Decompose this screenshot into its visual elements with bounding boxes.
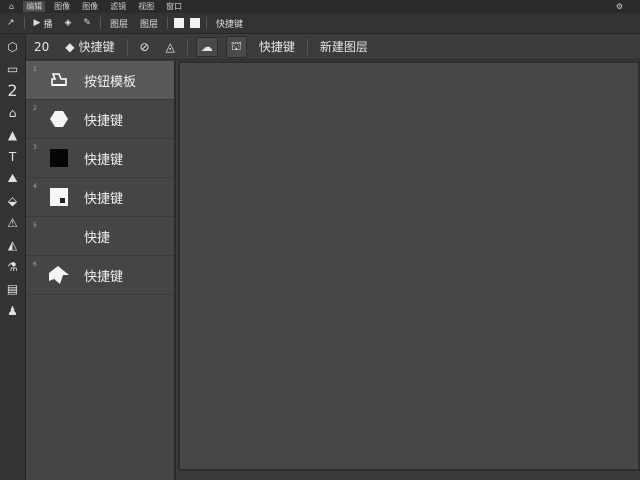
layer-option-button[interactable]: 图层	[137, 17, 161, 30]
status-strip	[178, 471, 640, 480]
toolbar-divider	[166, 17, 168, 29]
play-label: 播	[43, 19, 53, 30]
shortcut-panel: 1 按钮模板 2 快捷键 3 快捷键 4 快捷键 5 快捷 6 快捷键	[26, 61, 176, 480]
list-item[interactable]: 4 快捷键	[26, 178, 174, 217]
item-number: 2	[33, 105, 37, 112]
folder-tool-icon[interactable]: ▭	[4, 60, 22, 77]
menu-item-1[interactable]: 编辑	[23, 1, 46, 12]
text-tool-icon[interactable]: T	[4, 148, 22, 165]
canvas-area[interactable]	[178, 61, 640, 471]
list-item[interactable]: 3 快捷键	[26, 139, 174, 178]
item-label: 快捷键	[84, 113, 124, 129]
item-number: 4	[33, 183, 37, 190]
toolbar-divider	[205, 17, 207, 29]
hexagon-shape-icon	[46, 110, 72, 128]
play-icon: ▶	[33, 18, 41, 28]
list-item[interactable]: 1 按钮模板	[26, 61, 174, 100]
brush-tool-icon[interactable]: ✎	[80, 18, 94, 28]
toolbar-divider	[186, 38, 188, 55]
tab-new-layer[interactable]: 新建图层	[316, 36, 372, 57]
bucket-tool-icon[interactable]: ⬙	[4, 192, 22, 209]
options-toolbar: ↗ ▶ 播 ◈ ✎ 图层 图层 快捷键	[0, 13, 640, 34]
toolbar-divider	[23, 17, 25, 29]
diamond-icon: ◆	[65, 39, 75, 54]
mountain-tool-icon[interactable]: ⛰	[4, 170, 22, 187]
item-label: 按钮模板	[84, 74, 137, 90]
item-number: 5	[33, 222, 37, 229]
brush-size-field[interactable]: 20	[30, 38, 53, 56]
item-label: 快捷键	[84, 191, 124, 207]
stamp-tool-icon[interactable]: ⛫	[225, 35, 247, 58]
eraser-tool-icon[interactable]: ◈	[61, 18, 74, 28]
shape-tool-icon[interactable]: ◭	[4, 236, 22, 253]
move-tool-icon[interactable]: ↗	[4, 18, 18, 28]
menu-bar: ⌂ 编辑 图像 图像 滤镜 视图 窗口 ⚙	[0, 0, 640, 13]
list-item[interactable]: 2 快捷键	[26, 100, 174, 139]
item-number: 3	[33, 144, 37, 151]
settings-icon[interactable]: ⚙	[613, 2, 626, 11]
white-square-icon	[46, 188, 72, 206]
book-tool-icon[interactable]: ▤	[4, 280, 22, 297]
play-button[interactable]: ▶ 播	[31, 17, 56, 30]
mode-label: 快捷键	[78, 40, 115, 54]
list-item[interactable]: 6 快捷键	[26, 256, 174, 295]
hexagon-tool-icon[interactable]: ⬡	[4, 38, 22, 55]
item-label: 快捷	[84, 230, 111, 246]
item-number: 6	[33, 261, 37, 268]
list-item[interactable]: 5 快捷	[26, 217, 174, 256]
layer-button[interactable]: 图层	[107, 17, 131, 30]
background-swatch[interactable]	[189, 18, 200, 28]
item-label: 快捷键	[84, 269, 124, 285]
erase-icon[interactable]: ◬	[162, 38, 179, 56]
foreground-swatch[interactable]	[173, 18, 184, 28]
stamp-icon	[46, 72, 72, 88]
house-tool-icon[interactable]: ⌂	[4, 104, 22, 121]
toolbar-divider	[99, 17, 101, 29]
triangle-tool-icon[interactable]: ▲	[4, 126, 22, 143]
menu-item-4[interactable]: 滤镜	[107, 1, 129, 12]
item-label: 快捷键	[84, 152, 124, 168]
toolbar-divider	[306, 38, 308, 55]
menu-item-3[interactable]: 图像	[79, 1, 101, 12]
item-number: 1	[33, 66, 37, 73]
number-2-tool-icon[interactable]: 2	[4, 81, 22, 100]
tools-sidebar: ⬡ ▭ 2 ⌂ ▲ T ⛰ ⬙ ⚠ ◭ ⚗ ▤ ♟	[0, 34, 26, 480]
black-square-icon	[46, 149, 72, 167]
toolbar-divider	[126, 38, 128, 55]
warning-tool-icon[interactable]: ⚠	[4, 214, 22, 231]
menu-home-icon[interactable]: ⌂	[6, 2, 17, 11]
arrow-shape-icon	[46, 265, 72, 285]
shortcut-button[interactable]: 快捷键	[213, 17, 246, 30]
menu-item-6[interactable]: 窗口	[163, 1, 185, 12]
cloud-icon[interactable]: ☁	[195, 36, 218, 57]
crowd-tool-icon[interactable]: ♟	[4, 302, 22, 319]
mode-select[interactable]: ◆ 快捷键	[61, 36, 118, 57]
tab-shortcut[interactable]: 快捷键	[255, 36, 299, 57]
flask-tool-icon[interactable]: ⚗	[4, 258, 22, 275]
menu-item-5[interactable]: 视图	[135, 1, 157, 12]
menu-item-2[interactable]: 图像	[51, 1, 73, 12]
tool-options-bar: 20 ◆ 快捷键 ⊘ ◬ ☁ ⛫ 快捷键 新建图层	[26, 34, 640, 60]
cancel-icon[interactable]: ⊘	[136, 38, 154, 56]
